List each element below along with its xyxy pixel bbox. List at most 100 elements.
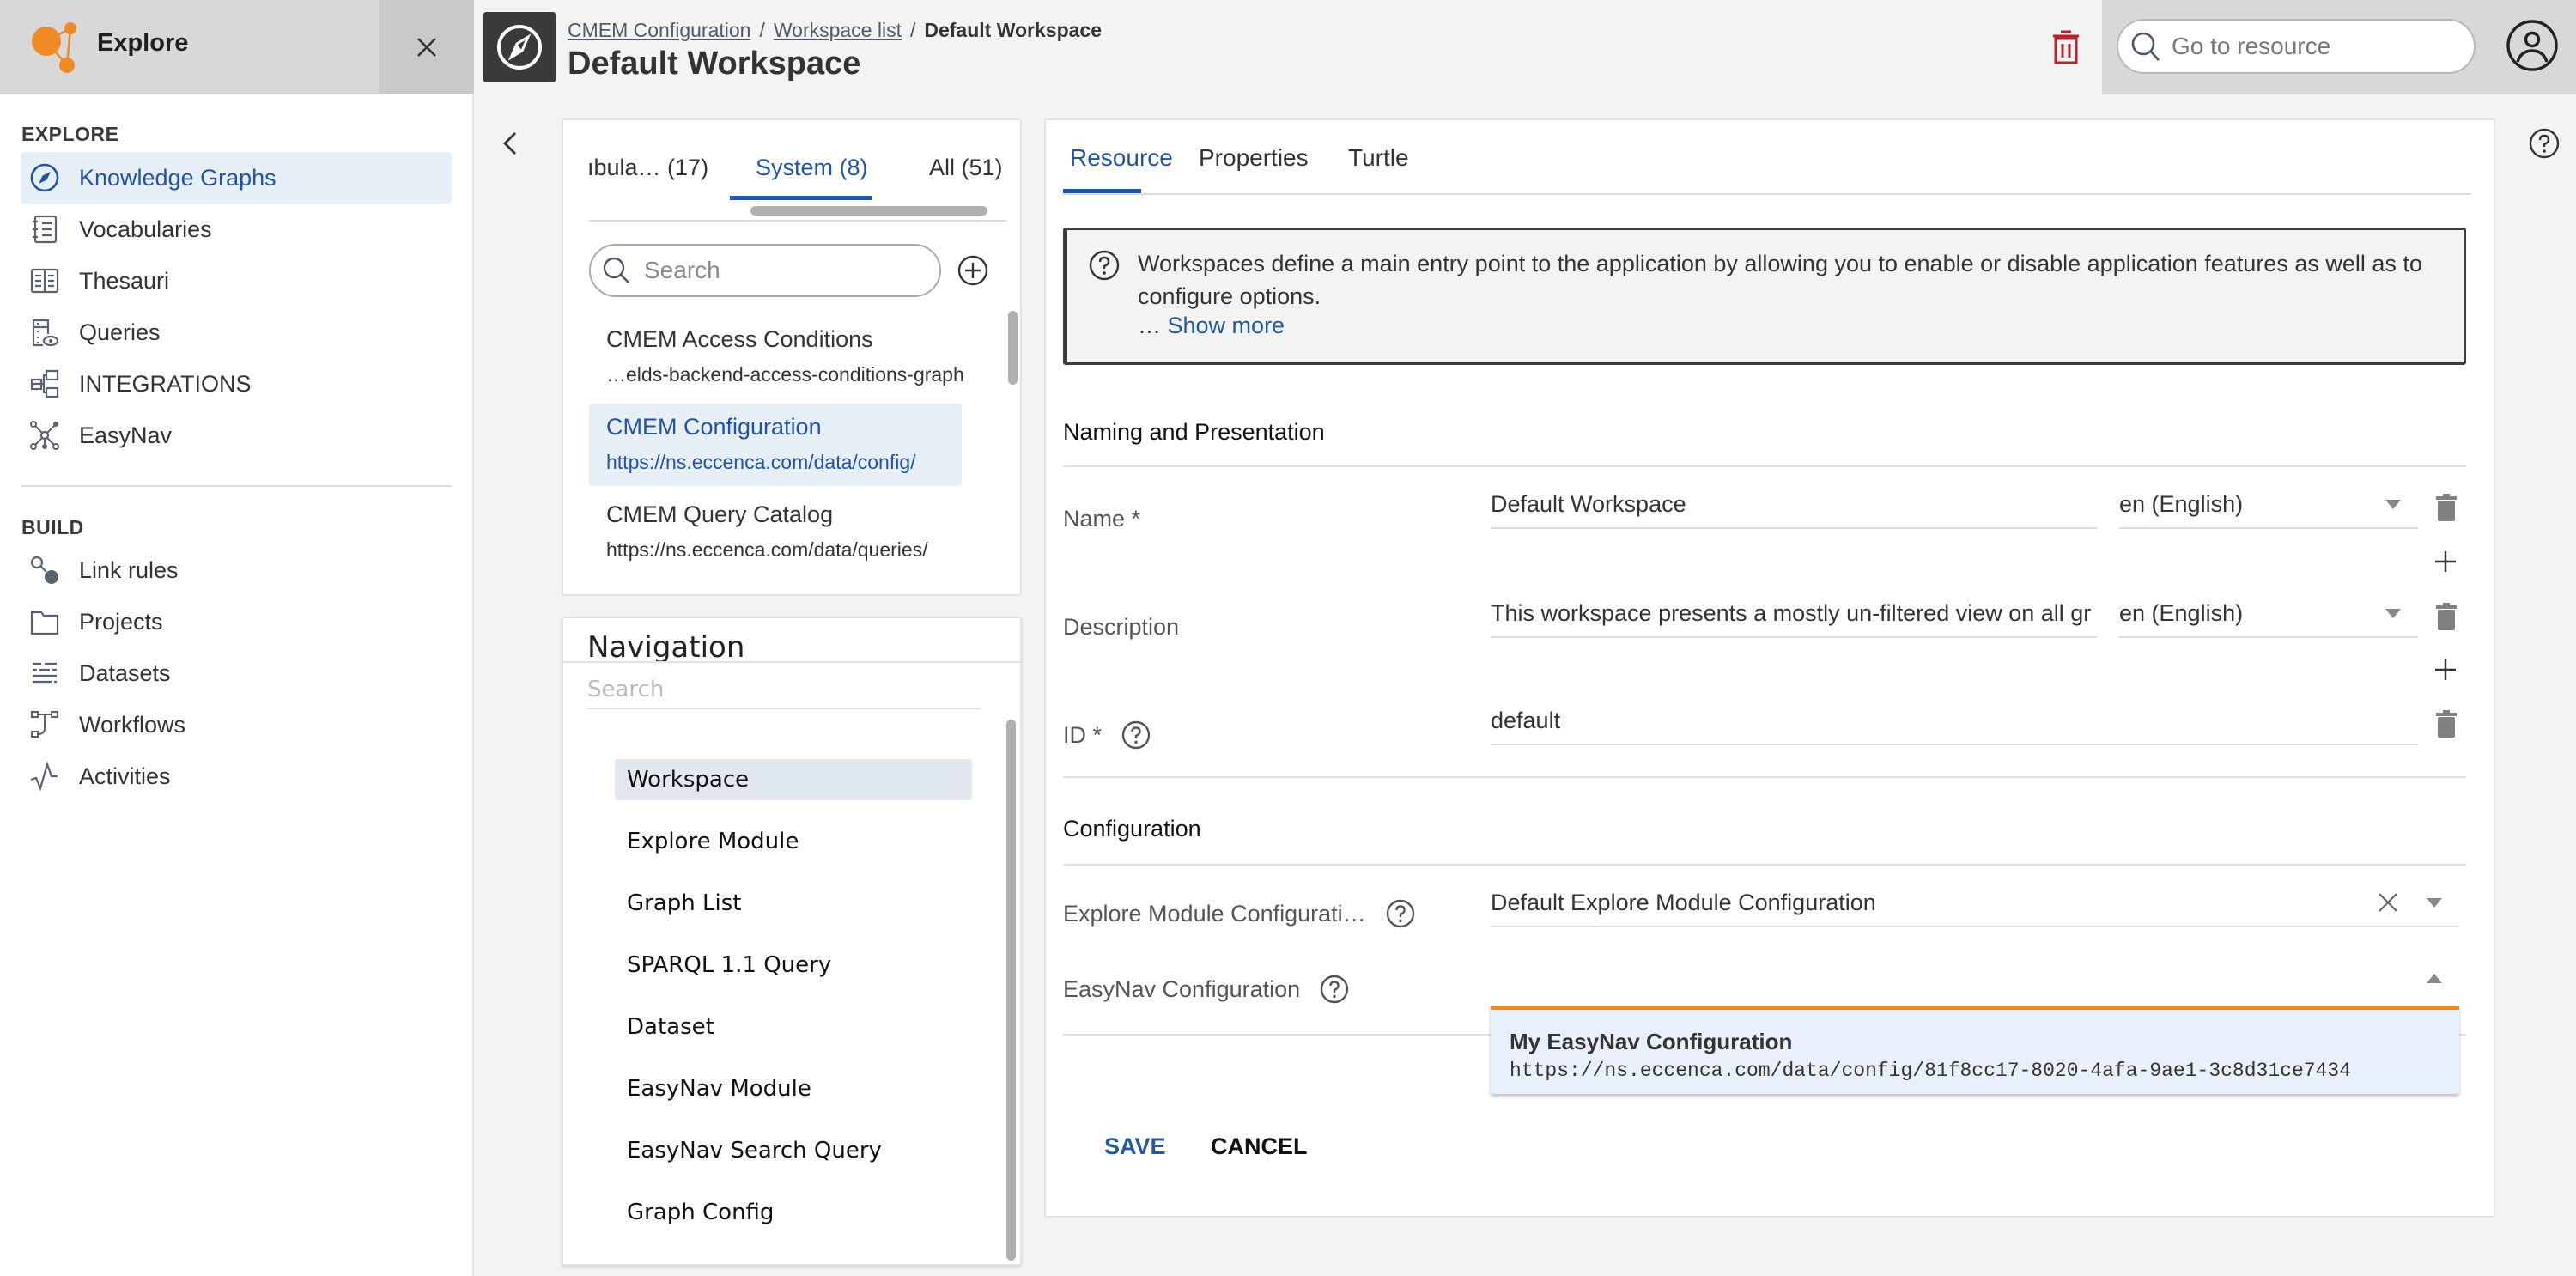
- graph-search[interactable]: [589, 244, 941, 297]
- easynav-config-label: EasyNav Configuration: [1063, 965, 1350, 1013]
- caret-up-icon: [2427, 974, 2442, 983]
- tab-resource[interactable]: Resource: [1070, 144, 1173, 172]
- navigation-title: Navigation: [587, 630, 745, 665]
- explore-module-config-select[interactable]: Default Explore Module Configuration: [1491, 879, 2459, 927]
- remove-name-button[interactable]: [2435, 493, 2458, 522]
- page-help-icon[interactable]: [2528, 127, 2561, 160]
- sidebar-item-label: Projects: [79, 608, 163, 635]
- book-columns-icon: [30, 268, 59, 294]
- easynav-config-select[interactable]: [1491, 955, 2459, 1003]
- explore-module-config-label: Explore Module Configurati…: [1063, 890, 1416, 938]
- workspace-description-notice: Workspaces define a main entry point to …: [1063, 228, 2466, 365]
- sidebar-item-projects[interactable]: Projects: [21, 596, 452, 647]
- navigation-item-graph-config[interactable]: Graph Config: [615, 1192, 972, 1233]
- name-language-select[interactable]: en (English): [2119, 481, 2418, 529]
- show-more-link[interactable]: Show more: [1168, 313, 1285, 338]
- breadcrumb-current: Default Workspace: [924, 19, 1103, 41]
- description-input[interactable]: [1491, 590, 2097, 638]
- plus-icon: [2435, 551, 2456, 572]
- add-description-button[interactable]: [2433, 658, 2458, 682]
- go-to-resource-input[interactable]: [2172, 33, 2464, 60]
- add-name-button[interactable]: [2433, 550, 2458, 574]
- sidebar-item-datasets[interactable]: Datasets: [21, 647, 452, 699]
- sidebar-item-activities[interactable]: Activities: [21, 750, 452, 802]
- graph-list-item[interactable]: CMEM Access Conditions …elds-backend-acc…: [589, 316, 964, 398]
- help-circle-icon[interactable]: [1121, 720, 1151, 750]
- remove-id-button[interactable]: [2435, 709, 2458, 738]
- sidebar-item-knowledge-graphs[interactable]: Knowledge Graphs: [21, 152, 452, 204]
- name-input[interactable]: [1491, 481, 2097, 529]
- selected-language: en (English): [2119, 490, 2244, 517]
- tabs-divider: [1063, 193, 2471, 195]
- navigation-item-easynav-search-query[interactable]: EasyNav Search Query: [615, 1130, 972, 1171]
- clear-selection-icon[interactable]: [2377, 891, 2399, 914]
- tab-turtle[interactable]: Turtle: [1348, 144, 1409, 172]
- tab-vocabularies[interactable]: ıbula… (17): [587, 155, 708, 181]
- breadcrumb-link-workspace-list[interactable]: Workspace list: [774, 19, 902, 42]
- cancel-button[interactable]: CANCEL: [1211, 1133, 1308, 1160]
- option-uri: https://ns.eccenca.com/data/config/81f8c…: [1510, 1060, 2351, 1082]
- navigation-search-input[interactable]: [587, 671, 981, 709]
- link-rules-icon: [30, 556, 58, 584]
- graph-search-input[interactable]: [644, 257, 919, 284]
- sidebar-item-vocabularies[interactable]: Vocabularies: [21, 204, 452, 255]
- sidebar-item-queries[interactable]: Queries: [21, 307, 452, 358]
- sidebar-item-thesauri[interactable]: Thesauri: [21, 255, 452, 307]
- sidebar-section-build: BUILD: [21, 516, 84, 538]
- go-to-resource-search[interactable]: [2117, 19, 2476, 74]
- user-account-icon[interactable]: [2506, 19, 2559, 72]
- sidebar-item-workflows[interactable]: Workflows: [21, 699, 452, 750]
- help-circle-icon[interactable]: [1385, 898, 1416, 929]
- tabs-divider: [589, 220, 1006, 222]
- navigation-item-graph-list[interactable]: Graph List: [615, 883, 972, 924]
- navigation-item-sparql-query[interactable]: SPARQL 1.1 Query: [615, 945, 972, 986]
- graph-category-tabs: ıbula… (17) System (8) All (51): [587, 155, 1003, 197]
- sidebar-item-integrations[interactable]: INTEGRATIONS: [21, 358, 452, 410]
- sidebar-item-link-rules[interactable]: Link rules: [21, 544, 452, 596]
- help-circle-icon[interactable]: [1319, 974, 1350, 1005]
- id-input[interactable]: [1491, 697, 2418, 745]
- sidebar-item-easynav[interactable]: EasyNav: [21, 410, 452, 461]
- notice-text: Workspaces define a main entry point to …: [1138, 251, 2422, 309]
- tab-properties[interactable]: Properties: [1199, 144, 1309, 172]
- navigation-item-explore-module[interactable]: Explore Module: [615, 821, 972, 862]
- tabs-horizontal-scrollbar[interactable]: [750, 206, 987, 216]
- description-language-select[interactable]: en (English): [2119, 590, 2418, 638]
- navigation-panel: Navigation Workspace Explore Module Grap…: [562, 617, 1022, 1266]
- search-icon: [603, 257, 629, 283]
- integrations-icon: [30, 369, 59, 398]
- explore-logo-icon: [32, 22, 76, 73]
- save-button[interactable]: SAVE: [1104, 1133, 1166, 1160]
- name-label: Name *: [1063, 505, 1141, 532]
- section-divider: [1063, 465, 2466, 467]
- collapse-panel-button[interactable]: [498, 129, 524, 158]
- delete-resource-button[interactable]: [2050, 29, 2081, 65]
- easynav-config-option[interactable]: My EasyNav Configuration https://ns.ecce…: [1491, 1006, 2459, 1094]
- search-icon: [2131, 32, 2160, 61]
- graph-title: CMEM Query Catalog: [606, 501, 834, 527]
- breadcrumb-link-cmem-configuration[interactable]: CMEM Configuration: [568, 19, 750, 42]
- trash-icon: [2436, 494, 2457, 521]
- remove-description-button[interactable]: [2435, 602, 2458, 631]
- selected-language: en (English): [2119, 599, 2244, 626]
- id-label: ID *: [1063, 711, 1151, 759]
- tab-system[interactable]: System (8): [756, 155, 868, 181]
- graph-list-item[interactable]: CMEM Query Catalog https://ns.eccenca.co…: [589, 491, 962, 574]
- add-graph-button[interactable]: [957, 254, 989, 287]
- show-more-row: … Show more: [1138, 313, 1285, 339]
- close-sidebar-button[interactable]: [379, 0, 474, 94]
- navigation-item-workspace[interactable]: Workspace: [615, 759, 972, 800]
- sidebar-item-label: INTEGRATIONS: [79, 370, 252, 397]
- section-configuration-title: Configuration: [1063, 816, 1201, 842]
- tab-all[interactable]: All (51): [929, 155, 1003, 181]
- navigation-scrollbar[interactable]: [1006, 720, 1016, 1261]
- graph-network-icon: [30, 421, 59, 450]
- sidebar-section-explore: EXPLORE: [21, 123, 119, 145]
- graph-list-item[interactable]: CMEM Configuration https://ns.eccenca.co…: [589, 404, 962, 486]
- graph-list-scrollbar[interactable]: [1008, 311, 1018, 385]
- navigation-item-dataset[interactable]: Dataset: [615, 1006, 972, 1048]
- description-label: Description: [1063, 613, 1180, 640]
- breadcrumb-separator: /: [759, 19, 765, 41]
- ellipsis: …: [1138, 313, 1168, 338]
- navigation-item-easynav-module[interactable]: EasyNav Module: [615, 1068, 972, 1109]
